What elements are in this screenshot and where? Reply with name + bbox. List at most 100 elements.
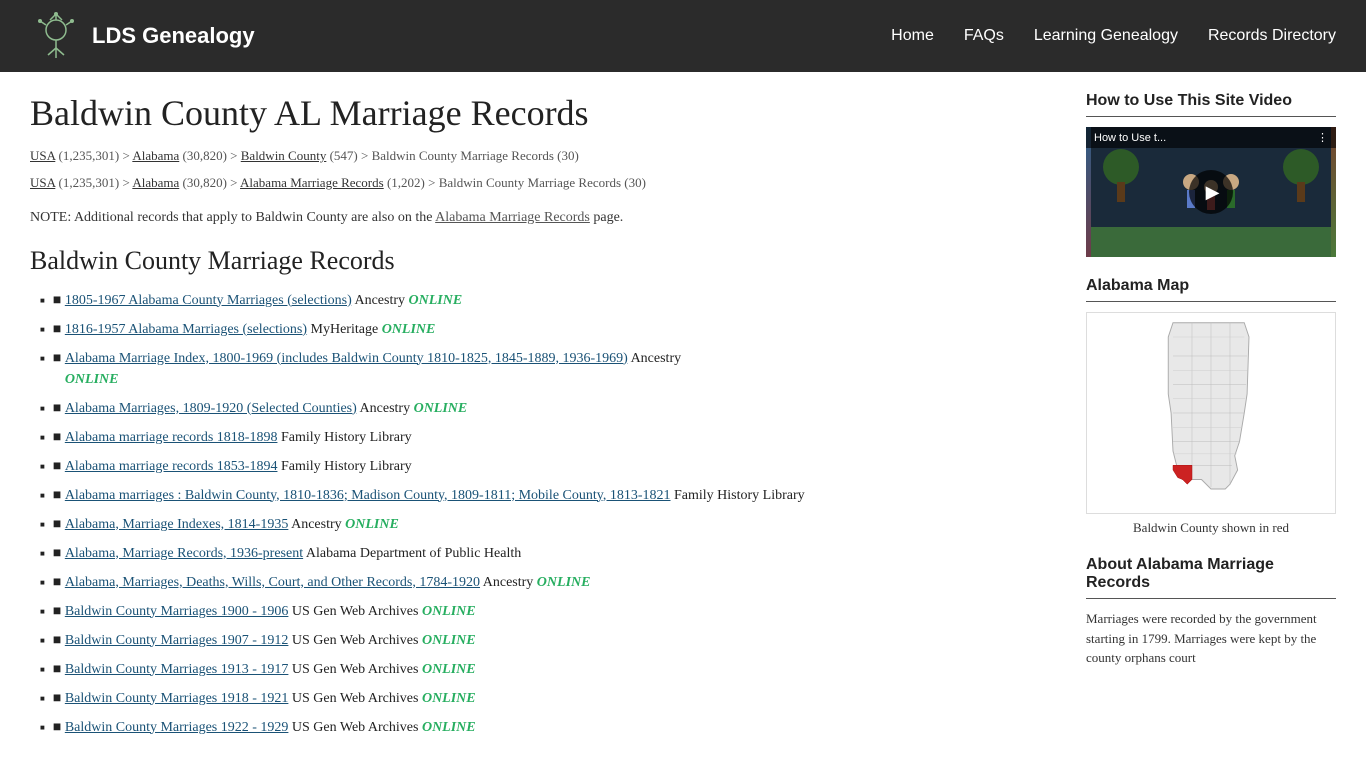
list-item: ■ Alabama, Marriage Records, 1936-presen… [40, 543, 1056, 564]
breadcrumb-alabama2[interactable]: Alabama [132, 175, 179, 190]
nav-learning[interactable]: Learning Genealogy [1034, 27, 1178, 45]
bullet: ■ [53, 319, 65, 340]
map-caption: Baldwin County shown in red [1086, 520, 1336, 536]
records-list: ■ 1805-1967 Alabama County Marriages (se… [30, 290, 1056, 738]
bullet: ■ [53, 427, 65, 448]
page-title: Baldwin County AL Marriage Records [30, 92, 1056, 134]
record-link[interactable]: 1805-1967 Alabama County Marriages (sele… [65, 293, 352, 308]
list-item: ■ Alabama Marriage Index, 1800-1969 (inc… [40, 348, 1056, 390]
online-badge: ONLINE [422, 720, 476, 735]
list-item: ■ 1816-1957 Alabama Marriages (selection… [40, 319, 1056, 340]
bullet: ■ [53, 348, 65, 369]
bullet: ■ [53, 514, 65, 535]
online-badge: ONLINE [422, 633, 476, 648]
list-item: ■ Alabama marriages : Baldwin County, 18… [40, 485, 1056, 506]
list-item: ■ Baldwin County Marriages 1907 - 1912 U… [40, 630, 1056, 651]
bullet: ■ [53, 688, 65, 709]
online-badge: ONLINE [345, 517, 399, 532]
site-header: LDS Genealogy Home FAQs Learning Genealo… [0, 0, 1366, 72]
breadcrumb-baldwin[interactable]: Baldwin County [241, 148, 327, 163]
map-section: Alabama Map [1086, 277, 1336, 536]
bullet: ■ [53, 456, 65, 477]
record-link[interactable]: Baldwin County Marriages 1922 - 1929 [65, 720, 289, 735]
video-play-button[interactable] [1189, 170, 1233, 214]
online-badge: ONLINE [65, 372, 119, 387]
bullet: ■ [53, 290, 65, 311]
note-link[interactable]: Alabama Marriage Records [435, 210, 590, 225]
video-section: How to Use This Site Video [1086, 92, 1336, 257]
nav-faqs[interactable]: FAQs [964, 27, 1004, 45]
record-link[interactable]: Baldwin County Marriages 1918 - 1921 [65, 691, 289, 706]
breadcrumb: USA (1,235,301) > Alabama (30,820) > Bal… [30, 146, 1056, 167]
video-overlay: How to Use t... ⋮ [1086, 127, 1336, 148]
online-badge: ONLINE [382, 322, 436, 337]
bullet: ■ [53, 717, 65, 738]
note-text: NOTE: Additional records that apply to B… [30, 210, 1056, 226]
video-menu-icon: ⋮ [1317, 131, 1328, 144]
record-link[interactable]: Baldwin County Marriages 1907 - 1912 [65, 633, 289, 648]
record-link[interactable]: Alabama marriages : Baldwin County, 1810… [65, 488, 671, 503]
breadcrumb-alabama1[interactable]: Alabama [132, 148, 179, 163]
map-divider [1086, 301, 1336, 302]
list-item: ■ Baldwin County Marriages 1918 - 1921 U… [40, 688, 1056, 709]
bullet: ■ [53, 543, 65, 564]
online-badge: ONLINE [409, 293, 463, 308]
list-item: ■ Alabama marriage records 1818-1898 Fam… [40, 427, 1056, 448]
logo-area[interactable]: LDS Genealogy [30, 10, 255, 62]
list-item: ■ Alabama marriage records 1853-1894 Fam… [40, 456, 1056, 477]
logo-text: LDS Genealogy [92, 23, 255, 49]
list-item: ■ Baldwin County Marriages 1900 - 1906 U… [40, 601, 1056, 622]
about-section-title: About Alabama Marriage Records [1086, 556, 1336, 592]
online-badge: ONLINE [422, 604, 476, 619]
bullet: ■ [53, 398, 65, 419]
map-container [1086, 312, 1336, 514]
sidebar: How to Use This Site Video [1086, 92, 1336, 746]
breadcrumb-line2-container: USA (1,235,301) > Alabama (30,820) > Ala… [30, 173, 1056, 194]
main-container: Baldwin County AL Marriage Records USA (… [0, 72, 1366, 766]
bullet: ■ [53, 485, 65, 506]
record-link[interactable]: Alabama marriage records 1818-1898 [65, 430, 278, 445]
online-badge: ONLINE [422, 662, 476, 677]
record-link[interactable]: Alabama Marriage Index, 1800-1969 (inclu… [65, 351, 628, 366]
nav-home[interactable]: Home [891, 27, 934, 45]
divider [1086, 116, 1336, 117]
content-area: Baldwin County AL Marriage Records USA (… [30, 92, 1056, 746]
record-link[interactable]: Alabama Marriages, 1809-1920 (Selected C… [65, 401, 357, 416]
bullet: ■ [53, 659, 65, 680]
video-label: How to Use t... [1094, 132, 1166, 144]
record-link[interactable]: Alabama, Marriage Records, 1936-present [65, 546, 303, 561]
bullet: ■ [53, 572, 65, 593]
breadcrumb-line2: USA (1,235,301) > Alabama (30,820) > Ala… [30, 175, 646, 190]
list-item: ■ Baldwin County Marriages 1913 - 1917 U… [40, 659, 1056, 680]
section-title: Baldwin County Marriage Records [30, 246, 1056, 276]
main-nav: Home FAQs Learning Genealogy Records Dir… [891, 27, 1336, 45]
list-item: ■ Baldwin County Marriages 1922 - 1929 U… [40, 717, 1056, 738]
video-thumbnail[interactable]: How to Use t... ⋮ [1086, 127, 1336, 257]
breadcrumb-usa2[interactable]: USA [30, 175, 55, 190]
video-section-title: How to Use This Site Video [1086, 92, 1336, 110]
bullet: ■ [53, 601, 65, 622]
online-badge: ONLINE [422, 691, 476, 706]
list-item: ■ 1805-1967 Alabama County Marriages (se… [40, 290, 1056, 311]
alabama-map-svg [1092, 318, 1330, 508]
record-link[interactable]: 1816-1957 Alabama Marriages (selections) [65, 322, 307, 337]
breadcrumb-line1: USA (1,235,301) > Alabama (30,820) > Bal… [30, 148, 579, 163]
record-link[interactable]: Baldwin County Marriages 1913 - 1917 [65, 662, 289, 677]
breadcrumb-usa1[interactable]: USA [30, 148, 55, 163]
list-item: ■ Alabama Marriages, 1809-1920 (Selected… [40, 398, 1056, 419]
logo-icon [30, 10, 82, 62]
record-link[interactable]: Alabama, Marriages, Deaths, Wills, Court… [65, 575, 480, 590]
list-item: ■ Alabama, Marriage Indexes, 1814-1935 A… [40, 514, 1056, 535]
about-divider [1086, 598, 1336, 599]
breadcrumb-al-marriage[interactable]: Alabama Marriage Records [240, 175, 384, 190]
record-link[interactable]: Alabama marriage records 1853-1894 [65, 459, 278, 474]
nav-records[interactable]: Records Directory [1208, 27, 1336, 45]
record-link[interactable]: Alabama, Marriage Indexes, 1814-1935 [65, 517, 289, 532]
map-section-title: Alabama Map [1086, 277, 1336, 295]
list-item: ■ Alabama, Marriages, Deaths, Wills, Cou… [40, 572, 1056, 593]
about-section: About Alabama Marriage Records Marriages… [1086, 556, 1336, 668]
record-link[interactable]: Baldwin County Marriages 1900 - 1906 [65, 604, 289, 619]
online-badge: ONLINE [537, 575, 591, 590]
about-text: Marriages were recorded by the governmen… [1086, 609, 1336, 668]
online-badge: ONLINE [414, 401, 468, 416]
